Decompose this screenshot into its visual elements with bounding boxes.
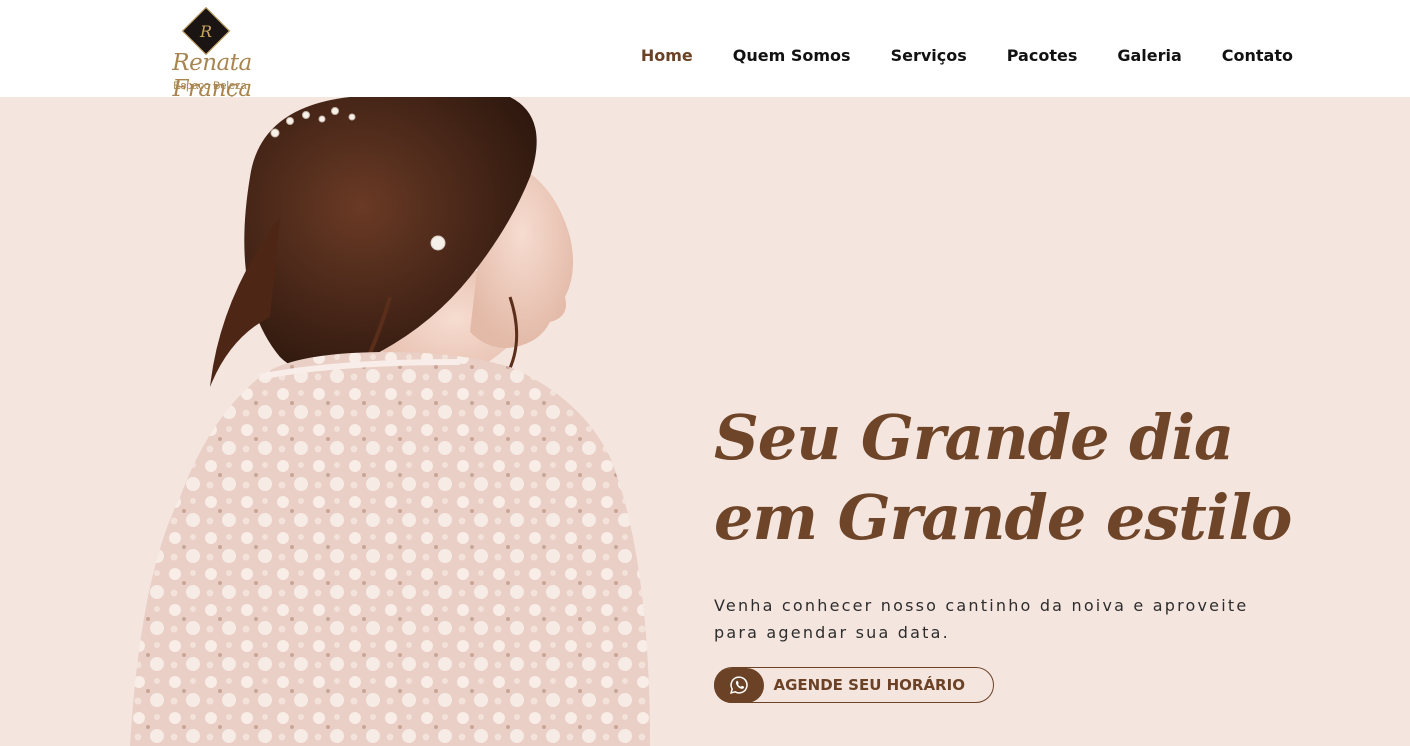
site-header: R Renata França Espaço Beleza Home Quem … bbox=[0, 0, 1410, 102]
nav-servicos[interactable]: Serviços bbox=[891, 46, 967, 65]
nav-contato[interactable]: Contato bbox=[1222, 46, 1293, 65]
nav-galeria[interactable]: Galeria bbox=[1117, 46, 1181, 65]
schedule-button-label: AGENDE SEU HORÁRIO bbox=[773, 676, 965, 694]
description-line-2: para agendar sua data. bbox=[714, 623, 950, 642]
nav-home[interactable]: Home bbox=[641, 46, 693, 65]
description-line-1: Venha conhecer nosso cantinho da noiva e… bbox=[714, 596, 1249, 615]
whatsapp-icon bbox=[713, 667, 764, 703]
schedule-button[interactable]: AGENDE SEU HORÁRIO bbox=[713, 667, 994, 703]
logo-name: Renata França bbox=[172, 50, 252, 102]
bride-photo bbox=[130, 97, 650, 746]
headline-line-1: Seu Grande dia bbox=[714, 401, 1234, 474]
hero-description: Venha conhecer nosso cantinho da noiva e… bbox=[714, 592, 1314, 646]
brand-logo[interactable]: R Renata França Espaço Beleza bbox=[132, 6, 292, 102]
headline-line-2: em Grande estilo bbox=[714, 481, 1292, 554]
nav-pacotes[interactable]: Pacotes bbox=[1007, 46, 1078, 65]
nav-quem-somos[interactable]: Quem Somos bbox=[733, 46, 851, 65]
logo-tagline: Espaço Beleza bbox=[173, 80, 247, 92]
logo-monogram: R bbox=[199, 22, 213, 41]
hero-headline: Seu Grande dia em Grande estilo bbox=[714, 398, 1314, 558]
main-nav: Home Quem Somos Serviços Pacotes Galeria… bbox=[641, 46, 1293, 65]
